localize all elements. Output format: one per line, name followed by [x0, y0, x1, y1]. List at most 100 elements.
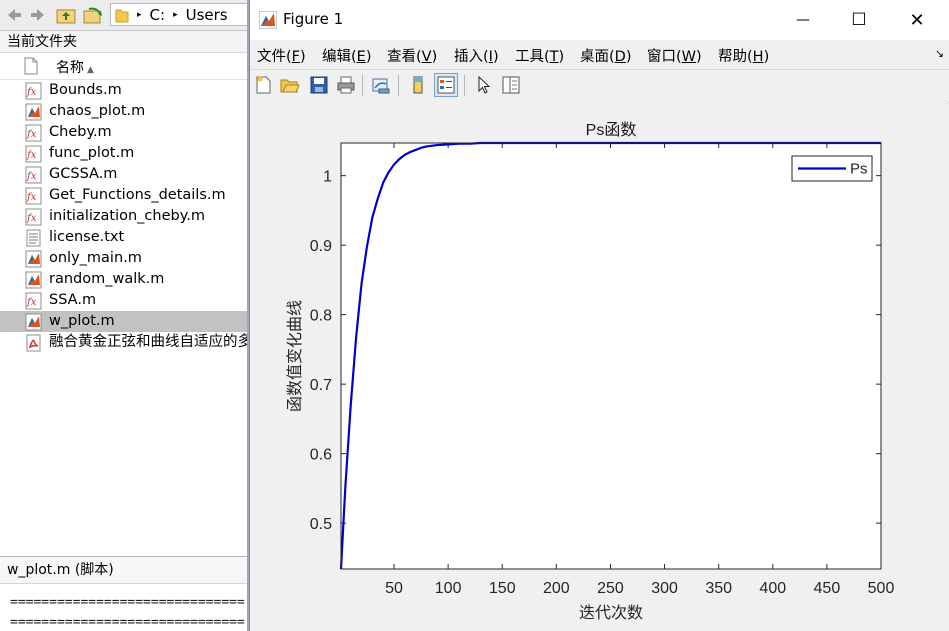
- menu-help[interactable]: 帮助(H): [718, 45, 769, 66]
- matlab-logo-icon: [259, 11, 277, 29]
- file-row-initialization-cheby[interactable]: fx initialization_cheby.m: [0, 206, 247, 227]
- close-icon: ✕: [909, 9, 925, 31]
- menu-insert[interactable]: 插入(I): [454, 45, 499, 66]
- menu-tools[interactable]: 工具(T): [515, 45, 564, 66]
- x-tick-label: 100: [435, 580, 462, 597]
- print-icon: [337, 76, 355, 94]
- svg-text:fx: fx: [26, 213, 37, 224]
- browse-folder-button[interactable]: [82, 4, 104, 26]
- file-row-w-plot[interactable]: w_plot.m: [0, 311, 247, 332]
- legend-label: Ps: [850, 161, 868, 178]
- file-name: random_walk.m: [49, 271, 165, 287]
- matlab-function-icon: fx: [25, 208, 43, 226]
- x-tick-label: 350: [705, 580, 732, 597]
- matlab-script-icon: [25, 271, 43, 289]
- svg-text:fx: fx: [26, 192, 37, 203]
- file-row-bounds[interactable]: fx Bounds.m: [0, 80, 247, 101]
- save-icon: [310, 76, 328, 94]
- axes-background: [341, 143, 881, 569]
- file-row-paper-pdf[interactable]: 融合黄金正弦和曲线自适应的多策略麻雀搜索算法: [0, 332, 247, 353]
- path-segment-users[interactable]: Users: [186, 6, 228, 24]
- path-segment-drive[interactable]: C:: [150, 6, 166, 24]
- details-title[interactable]: w_plot.m (脚本): [0, 557, 247, 584]
- plot-tools-button[interactable]: [499, 73, 523, 97]
- matlab-script-icon: [25, 313, 43, 331]
- close-button[interactable]: ✕: [894, 6, 940, 34]
- ps-chart[interactable]: 50 100 150 200 250 300 350 400 450 500 0.5 0.6 0.7 0.…: [250, 102, 948, 629]
- file-name: Get_Functions_details.m: [49, 187, 226, 203]
- pointer-icon: [478, 75, 491, 94]
- file-row-chaos-plot[interactable]: chaos_plot.m: [0, 101, 247, 122]
- insert-legend-button[interactable]: [434, 73, 458, 97]
- open-file-icon: [280, 79, 300, 93]
- name-column-label: 名称: [56, 60, 84, 76]
- file-row-func-plot[interactable]: fx func_plot.m: [0, 143, 247, 164]
- menu-label: 帮助: [718, 49, 747, 65]
- figure-titlebar[interactable]: Figure 1 — ☐ ✕: [250, 0, 949, 40]
- file-row-get-functions-details[interactable]: fx Get_Functions_details.m: [0, 185, 247, 206]
- menu-desktop[interactable]: 桌面(D): [580, 45, 632, 66]
- folder-icon: [115, 9, 129, 22]
- file-row-gcssa[interactable]: fx GCSSA.m: [0, 164, 247, 185]
- x-tick-label: 150: [489, 580, 516, 597]
- x-tick-label: 400: [759, 580, 786, 597]
- pdf-file-icon: [25, 334, 43, 352]
- y-tick-label: 0.5: [310, 516, 332, 533]
- file-row-only-main[interactable]: only_main.m: [0, 248, 247, 269]
- menu-edit[interactable]: 编辑(E): [322, 45, 372, 66]
- menu-window[interactable]: 窗口(W): [647, 45, 702, 66]
- print-button[interactable]: [334, 73, 358, 97]
- menu-label: 工具: [515, 49, 544, 65]
- dock-arrow-icon[interactable]: ↘: [935, 47, 944, 60]
- file-row-cheby[interactable]: fx Cheby.m: [0, 122, 247, 143]
- details-panel: w_plot.m (脚本) ==========================…: [0, 556, 247, 631]
- menu-accesskey: D: [614, 49, 626, 65]
- menu-accesskey: V: [421, 49, 432, 65]
- folder-nav-bar: ▸ C: ▸ Users: [0, 0, 247, 31]
- forward-button[interactable]: [27, 4, 49, 26]
- details-line: ==============================: [10, 615, 245, 630]
- figure-title: Figure 1: [283, 10, 344, 28]
- name-column-header[interactable]: 名称 ▲: [56, 57, 94, 77]
- up-folder-button[interactable]: [55, 4, 77, 26]
- menu-label: 窗口: [647, 49, 676, 65]
- text-file-icon: [25, 229, 43, 247]
- link-plot-button[interactable]: [369, 73, 393, 97]
- new-figure-button[interactable]: [252, 73, 276, 97]
- back-button[interactable]: [3, 4, 25, 26]
- file-row-ssa[interactable]: fx SSA.m: [0, 290, 247, 311]
- file-column-header: 名称 ▲: [0, 54, 247, 80]
- open-file-button[interactable]: [278, 73, 302, 97]
- menu-label: 插入: [454, 49, 483, 65]
- minimize-icon: —: [796, 12, 810, 28]
- save-button[interactable]: [307, 73, 331, 97]
- menu-view[interactable]: 查看(V): [387, 45, 437, 66]
- file-row-random-walk[interactable]: random_walk.m: [0, 269, 247, 290]
- edit-plot-button[interactable]: [472, 73, 496, 97]
- y-tick-label: 0.7: [310, 377, 332, 394]
- link-plot-icon: [372, 78, 390, 94]
- y-tick-label: 1: [323, 169, 332, 186]
- x-tick-label: 500: [868, 580, 895, 597]
- x-axis-label: 迭代次数: [579, 604, 643, 622]
- y-tick-label: 0.9: [310, 238, 332, 255]
- menu-file[interactable]: 文件(F): [257, 45, 306, 66]
- arrow-right-icon: [31, 9, 44, 21]
- y-tick-label: 0.6: [310, 447, 332, 464]
- minimize-button[interactable]: —: [780, 6, 826, 34]
- file-name: w_plot.m: [49, 313, 115, 329]
- matlab-function-icon: fx: [25, 166, 43, 184]
- figure-menubar: 文件(F) 编辑(E) 查看(V) 插入(I) 工具(T) 桌面(D) 窗口(W…: [250, 40, 949, 68]
- x-tick-label: 300: [651, 580, 678, 597]
- figure-canvas: 50 100 150 200 250 300 350 400 450 500 0.5 0.6 0.7 0.…: [250, 102, 948, 629]
- maximize-icon: ☐: [851, 10, 867, 30]
- toolbar-separator: [464, 75, 465, 96]
- path-bar[interactable]: ▸ C: ▸ Users: [110, 3, 247, 26]
- maximize-button[interactable]: ☐: [836, 6, 882, 34]
- insert-colorbar-button[interactable]: [406, 73, 430, 97]
- file-name: chaos_plot.m: [49, 103, 146, 119]
- matlab-function-icon: fx: [25, 187, 43, 205]
- file-row-license[interactable]: license.txt: [0, 227, 247, 248]
- file-name: SSA.m: [49, 292, 97, 308]
- legend[interactable]: Ps: [791, 155, 873, 182]
